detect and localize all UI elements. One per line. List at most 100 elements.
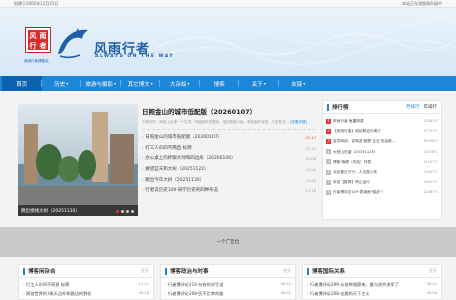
nav-label: 历史 bbox=[54, 81, 66, 88]
slide-caption[interactable]: 跳出视线大树（20251130） bbox=[18, 205, 138, 216]
list-item[interactable]: 行者博评论209·民不忍孝的路 08-01 bbox=[165, 289, 291, 298]
logo-seal[interactable]: 风 雨 行 者 bbox=[25, 27, 51, 53]
news-title: 跳出今年大树（20251130） bbox=[142, 176, 204, 187]
news-item[interactable]: 日照金山的城市低配版（20260107） 01-17 bbox=[142, 133, 316, 144]
ranking-item[interactable]: 7 本站【推荐】停止运行 13451℃ bbox=[326, 177, 438, 187]
chevron-down-icon: ▾ bbox=[66, 81, 69, 86]
nav-travel-photo[interactable]: 旅游与摄影 ▾ bbox=[81, 76, 121, 91]
more-link[interactable]: 更多 bbox=[429, 268, 441, 274]
ranking-item-views: 21157℃ bbox=[423, 159, 438, 164]
nav-home[interactable]: 首页 bbox=[2, 76, 42, 91]
list-item-title: 行者博评论209·从各种观察来，量与质齐进军了 bbox=[307, 280, 399, 289]
news-item[interactable]: 做望蓝天和大树（20251122） 12-04 bbox=[142, 165, 316, 176]
news-title: 行者说历史109·研学历史的四种形态 bbox=[142, 186, 218, 197]
list-item-title: 行者博评论209·民不忍孝的路 bbox=[165, 289, 223, 298]
news-item[interactable]: 行者说历史109·研学历史的四种形态 11-16 bbox=[142, 186, 316, 197]
headline-section: 日照金山的城市低配版（20260107） 不知何时，网络上出现一个名词，叫做城市… bbox=[142, 104, 316, 216]
chevron-down-icon: ▾ bbox=[187, 81, 190, 86]
rank-number: 4 bbox=[326, 149, 331, 155]
nav-misc[interactable]: 大杂烩 ▾ bbox=[160, 76, 200, 91]
news-list: 日照金山的城市低配版（20260107） 01-17 打工人の四不两直 标牌 12-… bbox=[142, 133, 316, 197]
slider-dot[interactable] bbox=[126, 210, 129, 213]
ranking-item-title: 北京夏日方行，人无真少年 bbox=[333, 170, 378, 175]
tab-yearly[interactable]: 年排行 bbox=[424, 104, 438, 110]
founded-text: 创建于2001年12月31日 bbox=[14, 0, 59, 6]
column-misc: 博客闲杂合 更多 打工人の四不两直 标牌 12-11 周游世界的3乘天边外和路边的… bbox=[18, 264, 154, 300]
main-nav: 首页 历史 ▾ 旅游与摄影 ▾ 其它博文 ▾ 大杂烩 ▾ 搜索 关于 ▾ 友链 ▾ bbox=[0, 76, 456, 91]
list-item-date: 12-11 bbox=[138, 282, 149, 286]
column-header: 博客国际关系 更多 bbox=[303, 265, 441, 278]
chevron-down-icon: ▾ bbox=[114, 81, 117, 86]
list-item[interactable]: 周游世界的3乘天边外和路边的野花 08-18 bbox=[23, 289, 149, 298]
slider-dots bbox=[116, 210, 134, 213]
chevron-down-icon: ▾ bbox=[263, 81, 266, 86]
rank-number: 3 bbox=[326, 139, 331, 144]
column-title: 博客国际关系 bbox=[312, 269, 346, 275]
list-item[interactable]: 打工人の四不两直 标牌 12-11 bbox=[23, 280, 149, 289]
ranking-item-title: 大别山在望（20151115） bbox=[333, 149, 378, 154]
chevron-down-icon: ▾ bbox=[303, 81, 306, 86]
chevron-down-icon: ▾ bbox=[150, 81, 153, 86]
news-date: 01-08 bbox=[305, 157, 316, 162]
ad-banner[interactable]: 一个广告位 bbox=[0, 227, 456, 257]
ranking-item[interactable]: 6 北京夏日方行，人无真少年 13447℃ bbox=[326, 167, 438, 177]
news-item[interactable]: 办公桌上的绊脚大师和四边形（20260106） 01-08 bbox=[142, 154, 316, 165]
nav-about[interactable]: 关于 ▾ bbox=[239, 76, 279, 91]
list-item[interactable]: 行者博评论208·论路的天下主义 08-06 bbox=[307, 289, 437, 298]
ranking-item[interactable]: 2 【风雨行者】网站和站长简介 42727℃ bbox=[326, 126, 438, 136]
ranking-item[interactable]: 8 行者博评论109·表演面"威武"！ 12487℃ bbox=[326, 187, 438, 197]
seal-char: 行 bbox=[29, 40, 37, 50]
more-link[interactable]: 更多 bbox=[283, 268, 295, 274]
nav-label: 旅游与摄影 bbox=[85, 81, 113, 88]
column-international: 博客国际关系 更多 行者博评论209·从各种观察来，量与质齐进军了 08-22 行… bbox=[302, 264, 442, 300]
ranking-item-views: 42727℃ bbox=[423, 129, 438, 134]
nav-other-posts[interactable]: 其它博文 ▾ bbox=[121, 76, 160, 91]
read-more-link[interactable]: [查看详情] bbox=[290, 120, 307, 124]
news-date: 12-04 bbox=[305, 167, 316, 172]
slider-dot[interactable] bbox=[116, 210, 119, 213]
ranking-item-views: 32481℃ bbox=[423, 119, 438, 123]
ranking-item[interactable]: 4 大别山在望（20151115） 21576℃ bbox=[326, 147, 438, 157]
news-date: 12-04 bbox=[305, 178, 316, 183]
news-date: 12-11 bbox=[305, 146, 316, 151]
ad-label: 一个广告位 bbox=[216, 240, 240, 245]
nav-label: 搜索 bbox=[213, 81, 225, 88]
accent-bar bbox=[307, 267, 309, 275]
ranking-item-views: 13451℃ bbox=[423, 180, 438, 185]
news-date: 01-17 bbox=[305, 136, 316, 141]
nav-history[interactable]: 历史 ▾ bbox=[42, 76, 81, 91]
rank-number: 1 bbox=[326, 118, 331, 124]
slider-dot[interactable] bbox=[131, 210, 134, 213]
list-item[interactable]: 行者博评论209·从各种观察来，量与质齐进军了 08-22 bbox=[307, 280, 437, 289]
list-item-date: 08-01 bbox=[280, 291, 291, 295]
column-list: 打工人の四不两直 标牌 12-11 周游世界的3乘天边外和路边的野花 08-18 bbox=[19, 278, 153, 299]
ranking-item[interactable]: 5 博客·随便（内站）列表 21157℃ bbox=[326, 157, 438, 167]
seal-char: 者 bbox=[39, 40, 47, 50]
photo-slider[interactable]: 跳出视线大树（20251130） bbox=[18, 104, 138, 216]
news-item[interactable]: 跳出今年大树（20251130） 12-04 bbox=[142, 176, 316, 187]
ranking-item[interactable]: 3 会员网站：自驾游·越野·企业·协会推… 36198℃ bbox=[326, 136, 438, 146]
headline-title[interactable]: 日照金山的城市低配版（20260107） bbox=[142, 106, 316, 116]
ranking-item[interactable]: 1 风雨行者·鱼翼简易 32481℃ bbox=[326, 116, 438, 126]
nav-links[interactable]: 友链 ▾ bbox=[279, 76, 319, 91]
more-link[interactable]: 更多 bbox=[141, 268, 153, 274]
rank-number: 5 bbox=[326, 159, 331, 165]
tab-monthly[interactable]: 月排行 bbox=[406, 104, 420, 110]
slider-dot[interactable] bbox=[121, 210, 124, 213]
list-item-title: 打工人の四不两直 标牌 bbox=[23, 280, 69, 289]
news-date: 11-16 bbox=[305, 189, 316, 194]
column-title: 博客政治与时事 bbox=[170, 269, 209, 275]
column-list: 行者博评论214·在有的学生说 08-22 行者博评论209·民不忍孝的路 08-0… bbox=[161, 278, 295, 299]
ranking-item-views: 12487℃ bbox=[423, 190, 438, 195]
site-header: 风 雨 行 者 风雨行者 ALWAYS ON THE WAY 风雨行者博客站 bbox=[0, 8, 456, 76]
dolphin-logo bbox=[58, 28, 88, 59]
column-politics: 博客政治与时事 更多 行者博评论214·在有的学生说 08-22 行者博评论209… bbox=[160, 264, 296, 300]
list-item[interactable]: 行者博评论214·在有的学生说 08-22 bbox=[165, 280, 291, 289]
column-header: 博客政治与时事 更多 bbox=[161, 265, 295, 278]
news-item[interactable]: 打工人の四不两直 标牌 12-11 bbox=[142, 144, 316, 155]
nav-search[interactable]: 搜索 bbox=[200, 76, 239, 91]
site-subtitle: ALWAYS ON THE WAY bbox=[95, 54, 175, 59]
news-title: 做望蓝天和大树（20251122） bbox=[142, 165, 208, 176]
ranking-item-title: 行者博评论109·表演面"威武"！ bbox=[333, 190, 386, 195]
ranking-panel: 排行榜 月排行 年排行 1 风雨行者·鱼翼简易 32481℃ 2 【风雨行者】网站和站… bbox=[322, 100, 442, 220]
